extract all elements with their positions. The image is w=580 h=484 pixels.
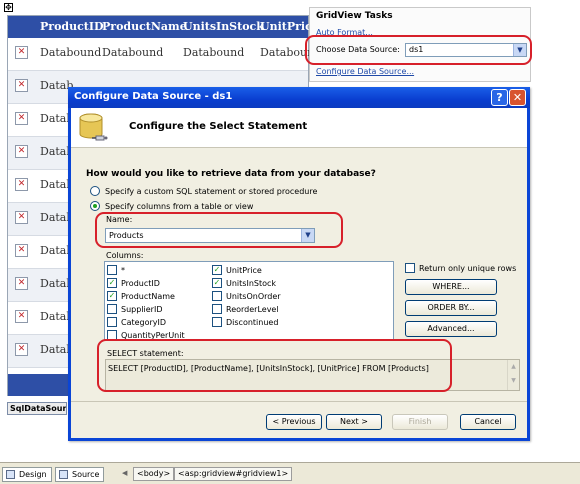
column-label: ProductID	[121, 279, 160, 288]
order-by-button[interactable]: ORDER BY...	[405, 300, 497, 316]
highlight-oval-select	[97, 339, 452, 392]
column-label: SupplierID	[121, 305, 163, 314]
grid-cell: Databound	[102, 46, 164, 59]
grid-cell: Databound	[183, 46, 245, 59]
row-checkbox-icon: ✕	[15, 145, 28, 158]
grid-header-productname: ProductName	[102, 20, 187, 33]
help-button[interactable]: ?	[491, 89, 508, 106]
previous-button[interactable]: < Previous	[266, 414, 322, 430]
columns-label: Columns:	[106, 251, 144, 260]
radio-custom-sql[interactable]	[90, 186, 100, 196]
move-handle-icon[interactable]: ✥	[4, 3, 13, 12]
column-checkbox-categoryid[interactable]	[107, 317, 117, 327]
highlight-oval-name	[95, 212, 343, 248]
close-button[interactable]: ✕	[509, 89, 526, 106]
column-checkbox-unitsonorder[interactable]	[212, 291, 222, 301]
design-view-icon	[6, 470, 15, 479]
unique-rows-checkbox[interactable]	[405, 263, 415, 273]
column-label: UnitsInStock	[226, 279, 277, 288]
row-checkbox-icon: ✕	[15, 178, 28, 191]
column-label: CategoryID	[121, 318, 167, 327]
column-label: ProductName	[121, 292, 175, 301]
column-checkbox-productid[interactable]: ✓	[107, 278, 117, 288]
radio-custom-sql-label: Specify a custom SQL statement or stored…	[105, 187, 318, 196]
footer-divider	[71, 401, 527, 402]
dialog-title: Configure Data Source - ds1	[74, 91, 233, 102]
source-tab[interactable]: Source	[55, 467, 105, 482]
retrieve-question: How would you like to retrieve data from…	[86, 169, 376, 179]
column-checkbox-productname[interactable]: ✓	[107, 291, 117, 301]
radio-specify-columns[interactable]	[90, 201, 100, 211]
design-tab-label: Design	[19, 470, 47, 479]
column-checkbox-unitsinstock[interactable]: ✓	[212, 278, 222, 288]
grid-header-unitsinstock: UnitsInStock	[183, 20, 264, 33]
row-checkbox-icon: ✕	[15, 211, 28, 224]
next-button[interactable]: Next >	[326, 414, 382, 430]
column-label: ReorderLevel	[226, 305, 279, 314]
highlight-oval-choose-source	[305, 35, 532, 65]
radio-specify-columns-label: Specify columns from a table or view	[105, 202, 254, 211]
sqldatasource-control[interactable]: SqlDataSource	[7, 402, 67, 415]
source-view-icon	[59, 470, 68, 479]
where-button[interactable]: WHERE...	[405, 279, 497, 295]
column-checkbox-discontinued[interactable]	[212, 317, 222, 327]
column-label: UnitsOnOrder	[226, 292, 281, 301]
columns-list: * ✓ ProductID ✓ ProductName SupplierID C…	[104, 261, 394, 341]
column-checkbox-star[interactable]	[107, 265, 117, 275]
column-checkbox-supplierid[interactable]	[107, 304, 117, 314]
row-checkbox-icon: ✕	[15, 310, 28, 323]
column-label: Discontinued	[226, 318, 279, 327]
grid-header-row: ProductID ProductName UnitsInStock UnitP…	[8, 16, 319, 38]
dialog-header-banner: Configure the Select Statement	[71, 108, 527, 148]
advanced-button[interactable]: Advanced...	[405, 321, 497, 337]
column-checkbox-unitprice[interactable]: ✓	[212, 265, 222, 275]
row-checkbox-icon: ✕	[15, 343, 28, 356]
configure-data-source-dialog: Configure Data Source - ds1 ? ✕ Configur…	[68, 87, 530, 441]
source-tab-label: Source	[72, 470, 100, 479]
vertical-scrollbar[interactable]: ▲ ▼	[507, 360, 519, 390]
grid-row: ✕ Databound Databound Databound Databoun…	[8, 38, 321, 71]
tasks-title: GridView Tasks	[316, 11, 393, 21]
grid-cell: Databound	[40, 46, 102, 59]
design-tab[interactable]: Design	[2, 467, 52, 482]
unique-rows-label: Return only unique rows	[419, 264, 517, 273]
column-checkbox-reorderlevel[interactable]	[212, 304, 222, 314]
chevron-left-icon[interactable]: ◀	[122, 469, 127, 477]
breadcrumb-body[interactable]: <body>	[133, 467, 175, 481]
grid-header-productid: ProductID	[40, 20, 104, 33]
configure-data-source-link[interactable]: Configure Data Source...	[316, 67, 414, 76]
finish-button[interactable]: Finish	[392, 414, 448, 430]
row-checkbox-icon: ✕	[15, 112, 28, 125]
cancel-button[interactable]: Cancel	[460, 414, 516, 430]
database-icon	[79, 113, 108, 141]
dialog-titlebar[interactable]: Configure Data Source - ds1 ? ✕	[68, 87, 530, 108]
row-checkbox-icon: ✕	[15, 46, 28, 59]
row-checkbox-icon: ✕	[15, 244, 28, 257]
designer-bottom-bar: Design Source ◀ <body> <asp:gridview#gri…	[0, 462, 580, 484]
breadcrumb-gridview[interactable]: <asp:gridview#gridview1>	[174, 467, 293, 481]
column-label: *	[121, 266, 125, 275]
column-label: UnitPrice	[226, 266, 262, 275]
dialog-header-title: Configure the Select Statement	[129, 121, 308, 132]
row-checkbox-icon: ✕	[15, 79, 28, 92]
row-checkbox-icon: ✕	[15, 277, 28, 290]
